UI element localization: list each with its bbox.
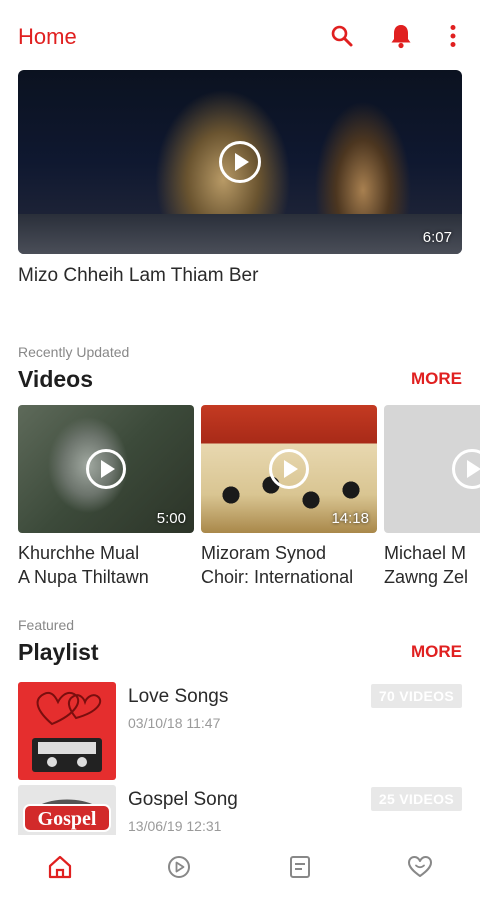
more-vertical-icon[interactable] (439, 22, 467, 50)
play-icon[interactable] (269, 449, 309, 489)
videos-section-title: Videos (18, 366, 93, 392)
hero-duration: 6:07 (422, 229, 452, 246)
video-title[interactable]: Mizoram Synod Choir: International (201, 541, 377, 589)
video-card[interactable]: 14:18 Mizoram Synod Choir: International (201, 405, 377, 589)
app-header: Home (0, 0, 480, 70)
playlist-thumbnail[interactable] (18, 682, 116, 780)
video-thumbnail[interactable]: 5:00 (18, 405, 194, 533)
video-thumbnail[interactable] (384, 405, 480, 533)
playlist-section-subtitle: Featured (18, 617, 75, 633)
heart-icon[interactable] (402, 849, 438, 885)
video-title[interactable]: Michael M Zawng Zel (384, 541, 480, 589)
playlist-more-button[interactable]: MORE (411, 642, 462, 662)
hero-video-thumbnail[interactable]: 6:07 (18, 70, 462, 254)
playlist-section-title: Playlist (18, 639, 99, 665)
playlist-thumbnail[interactable]: Gospel (18, 785, 116, 835)
page-title: Home (18, 24, 77, 49)
playlist-name: Gospel Song (128, 789, 238, 810)
video-card[interactable]: 5:00 Khurchhe Mual A Nupa Thiltawn (18, 405, 194, 589)
bottom-navigation (0, 835, 480, 897)
video-thumbnail[interactable]: 14:18 (201, 405, 377, 533)
playlist-count-badge: 70 VIDEOS (370, 684, 462, 708)
video-title[interactable]: Khurchhe Mual A Nupa Thiltawn (18, 541, 194, 589)
home-icon[interactable] (42, 849, 78, 885)
list-icon[interactable] (282, 849, 318, 885)
videos-more-button[interactable]: MORE (411, 369, 462, 389)
video-duration: 5:00 (156, 510, 186, 527)
playlist-date: 13/06/19 12:31 (128, 818, 222, 834)
playlist-date: 03/10/18 11:47 (128, 715, 221, 731)
video-title-line: Zawng Zel (384, 567, 469, 587)
search-icon[interactable] (328, 22, 356, 50)
video-title-line: Michael M (384, 543, 467, 563)
videos-section-subtitle: Recently Updated (18, 344, 130, 360)
playlist-item[interactable]: Love Songs 03/10/18 11:47 70 VIDEOS (18, 682, 462, 780)
video-duration: 14:18 (331, 510, 369, 527)
play-icon[interactable] (86, 449, 126, 489)
gospel-logo-text: Gospel (38, 808, 97, 830)
play-icon[interactable] (452, 449, 480, 489)
video-title-line: Choir: International (201, 567, 354, 587)
bell-icon[interactable] (387, 22, 415, 50)
playlist-item[interactable]: Gospel Gospel Song 13/06/19 12:31 25 VID… (18, 785, 462, 835)
video-title-line: A Nupa Thiltawn (18, 567, 149, 587)
playlist-name: Love Songs (128, 686, 229, 707)
playlist-count-badge: 25 VIDEOS (370, 787, 462, 811)
play-icon[interactable] (219, 141, 261, 183)
hero-image-floor (18, 214, 462, 254)
video-card[interactable]: Michael M Zawng Zel (384, 405, 480, 589)
video-title-line: Mizoram Synod (201, 543, 327, 563)
hero-title[interactable]: Mizo Chheih Lam Thiam Ber (18, 265, 258, 287)
play-icon[interactable] (161, 849, 197, 885)
video-title-line: Khurchhe Mual (18, 543, 140, 563)
